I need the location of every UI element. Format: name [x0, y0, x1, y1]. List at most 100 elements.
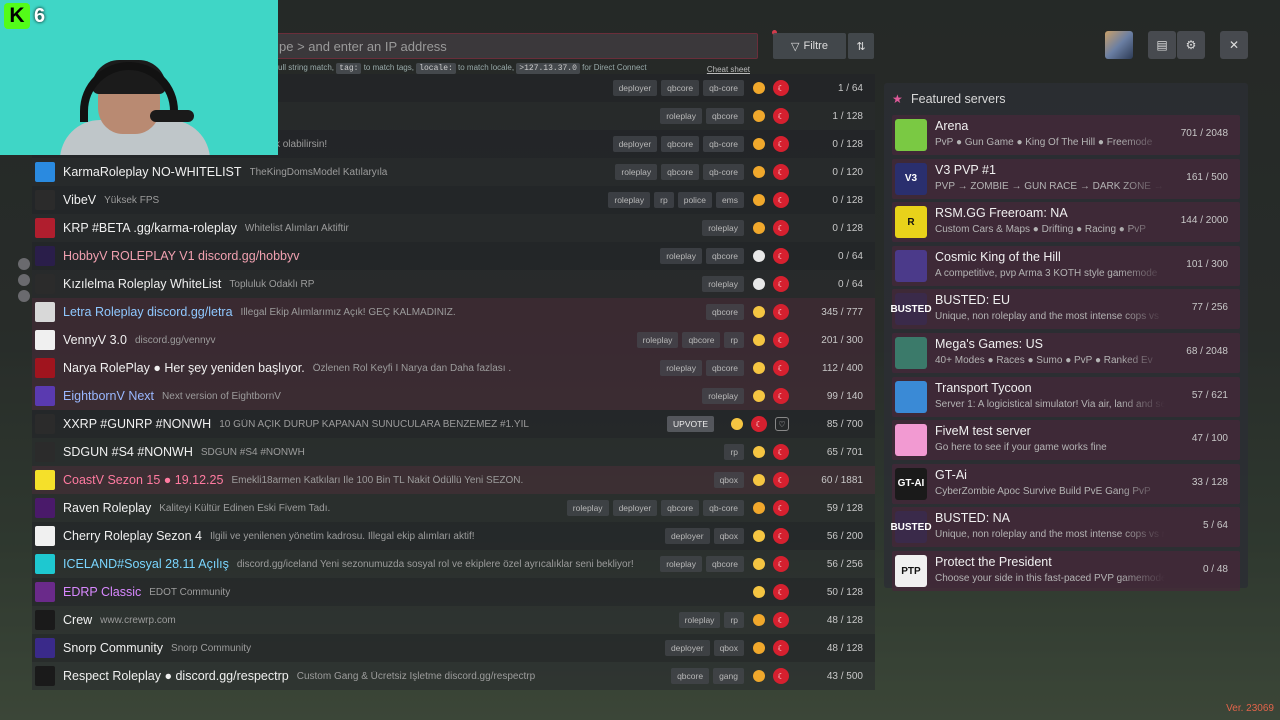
server-tag[interactable]: roleplay: [615, 164, 658, 180]
server-row[interactable]: VibeV Yüksek FPS roleplay rp police ems ☾ 0 / 1…: [32, 186, 875, 214]
server-tag[interactable]: qb-core: [703, 136, 744, 152]
server-tags: roleplay qbcore qb-core: [615, 164, 744, 180]
server-row[interactable]: VennyV 3.0 discord.gg/vennyv roleplay qbcor…: [32, 326, 875, 354]
turkey-flag-icon: ☾: [773, 640, 789, 656]
server-row[interactable]: Crew www.crewrp.com roleplay rp ☾ 48 / 128: [32, 606, 875, 634]
featured-server[interactable]: Arena PvP ● Gun Game ● King Of The Hill ●…: [892, 115, 1240, 155]
server-tag[interactable]: qbcore: [661, 80, 700, 96]
featured-server[interactable]: Mega's Games: US 40+ Modes ● Races ● Sumo…: [892, 333, 1240, 373]
server-tag[interactable]: roleplay: [702, 276, 744, 292]
server-tag[interactable]: roleplay: [636, 332, 679, 348]
server-tag[interactable]: rp: [724, 444, 744, 460]
server-tag[interactable]: qb-core: [703, 500, 744, 516]
server-tag[interactable]: qbcore: [706, 304, 744, 320]
featured-server[interactable]: PTP Protect the President Choose your side…: [892, 551, 1240, 591]
server-row[interactable]: EightbornV Next Next version of Eightborn…: [32, 382, 875, 410]
server-tags: roleplay qbcore: [660, 248, 744, 264]
server-tag[interactable]: qbcore: [706, 556, 744, 572]
server-row[interactable]: Letra Roleplay discord.gg/letra İllegal E…: [32, 298, 875, 326]
server-row[interactable]: HobbyV ROLEPLAY V1 discord.gg/hobbyv role…: [32, 242, 875, 270]
server-tag[interactable]: qbcore: [682, 332, 721, 348]
server-tag[interactable]: qb-core: [703, 80, 744, 96]
server-row[interactable]: CoastV Sezon 15 ● 19.12.25 Emekli18armen …: [32, 466, 875, 494]
server-row[interactable]: SDGUN #S4 #NONWH SDGUN #S4 #NONWH rp ☾ 65 / …: [32, 438, 875, 466]
server-tag[interactable]: deployer: [664, 528, 710, 544]
server-description: İllegal Ekip Alımlarımız Açık! GEÇ KALMA…: [240, 306, 456, 318]
server-tag[interactable]: roleplay: [660, 248, 702, 264]
sort-button[interactable]: ⇅: [848, 33, 874, 59]
server-row[interactable]: Respect Roleplay ● discord.gg/respectrp C…: [32, 662, 875, 690]
server-tag[interactable]: gang: [713, 668, 744, 684]
server-name: Kızılelma Roleplay WhiteList: [63, 277, 222, 291]
server-tag[interactable]: qbcore: [671, 668, 710, 684]
server-tag[interactable]: roleplay: [660, 556, 702, 572]
hint-text: to match tags,: [363, 63, 414, 72]
filter-label: Filtre: [803, 40, 828, 52]
featured-player-count: 33 / 128: [1191, 476, 1228, 488]
server-tag[interactable]: deployer: [612, 80, 658, 96]
server-tag[interactable]: qb-core: [703, 164, 744, 180]
server-tag[interactable]: roleplay: [566, 500, 609, 516]
search-input[interactable]: pe > and enter an IP address: [246, 33, 758, 59]
search-placeholder: pe > and enter an IP address: [279, 39, 447, 54]
server-tag[interactable]: qbcore: [661, 500, 700, 516]
queue-button[interactable]: ▤: [1148, 31, 1176, 59]
server-icon: [35, 470, 55, 490]
server-list[interactable]: ısın?deployerqbcoreqb-core☾1 / 64ve yetk…: [32, 74, 875, 690]
player-count: 56 / 256: [826, 558, 863, 570]
upvote-button[interactable]: UPVOTE: [667, 416, 714, 432]
server-tag[interactable]: qbox: [713, 640, 744, 656]
featured-server[interactable]: GT-AI GT-Ai CyberZombie Apoc Survive Build…: [892, 463, 1240, 504]
server-tag[interactable]: qbcore: [706, 108, 744, 124]
server-tag[interactable]: rp: [724, 612, 744, 628]
server-tag[interactable]: roleplay: [702, 388, 744, 404]
favorite-icon[interactable]: ♡: [775, 417, 789, 431]
settings-button[interactable]: ⚙: [1177, 31, 1205, 59]
featured-server[interactable]: FiveM test server Go here to see if your …: [892, 420, 1240, 461]
server-row[interactable]: KRP #BETA .gg/karma-roleplay Whitelist Al…: [32, 214, 875, 242]
cheat-sheet-link[interactable]: Cheat sheet: [707, 65, 750, 74]
server-tag[interactable]: roleplay: [702, 220, 744, 236]
avatar[interactable]: [1105, 31, 1133, 59]
server-tags: roleplay deployer qbcore qb-core: [566, 500, 744, 516]
server-row[interactable]: ICELAND#Sosyal 28.11 Açılış discord.gg/ic…: [32, 550, 875, 578]
server-row[interactable]: XXRP #GUNRP #NONWH 10 GÜN AÇIK DURUP KAPA…: [32, 410, 875, 438]
server-tag[interactable]: deployer: [664, 640, 710, 656]
server-row[interactable]: KarmaRoleplay NO-WHITELIST TheKingDomsMod…: [32, 158, 875, 186]
server-tag[interactable]: qbox: [713, 528, 744, 544]
server-tag[interactable]: deployer: [612, 136, 658, 152]
server-row[interactable]: Narya RolePlay ● Her şey yeniden başlıyo…: [32, 354, 875, 382]
server-tag[interactable]: ems: [715, 192, 744, 208]
featured-server[interactable]: BUSTED BUSTED: NA Unique, non roleplay and…: [890, 507, 1240, 548]
server-tag[interactable]: qbcore: [706, 360, 744, 376]
server-tag[interactable]: roleplay: [660, 108, 702, 124]
featured-server[interactable]: BUSTED BUSTED: EU Unique, non roleplay and…: [890, 289, 1240, 330]
server-icon: [35, 526, 55, 546]
filter-button[interactable]: ▽ Filtre: [773, 33, 846, 59]
featured-server[interactable]: R RSM.GG Freeroam: NA Custom Cars & Maps ●…: [892, 202, 1240, 243]
featured-server[interactable]: Cosmic King of the Hill A competitive, pv…: [892, 245, 1240, 286]
server-name: Crew: [63, 613, 93, 627]
server-row[interactable]: Kızılelma Roleplay WhiteList Topluluk Oda…: [32, 270, 875, 298]
server-row[interactable]: Cherry Roleplay Sezon 4 İlgili ve yenilen…: [32, 522, 875, 550]
server-tag[interactable]: roleplay: [678, 612, 721, 628]
server-tag[interactable]: qbcore: [661, 136, 700, 152]
close-button[interactable]: ✕: [1220, 31, 1248, 59]
server-tag[interactable]: qbox: [713, 472, 744, 488]
server-tag[interactable]: rp: [654, 192, 674, 208]
server-row[interactable]: Raven Roleplay Kaliteyi Kültür Edinen Esk…: [32, 494, 875, 522]
server-tag[interactable]: qbcore: [661, 164, 700, 180]
featured-server[interactable]: Transport Tycoon Server 1: A logicistical…: [892, 376, 1240, 417]
server-tag[interactable]: deployer: [612, 500, 658, 516]
featured-server[interactable]: V3 V3 PVP #1 PVP → ZOMBIE → GUN RACE → DAR…: [892, 158, 1240, 199]
player-count: 59 / 128: [826, 502, 863, 514]
featured-player-count: 77 / 256: [1191, 302, 1228, 314]
server-tag[interactable]: roleplay: [608, 192, 651, 208]
server-tag[interactable]: rp: [724, 332, 744, 348]
server-tag[interactable]: roleplay: [660, 360, 702, 376]
server-row[interactable]: EDRP Classic EDOT Community ☾ 50 / 128: [32, 578, 875, 606]
server-tag[interactable]: qbcore: [706, 248, 744, 264]
hint-tag: tag:: [336, 63, 362, 74]
server-row[interactable]: Snorp Community Snorp Community deployer qb…: [32, 634, 875, 662]
server-tag[interactable]: police: [677, 192, 712, 208]
